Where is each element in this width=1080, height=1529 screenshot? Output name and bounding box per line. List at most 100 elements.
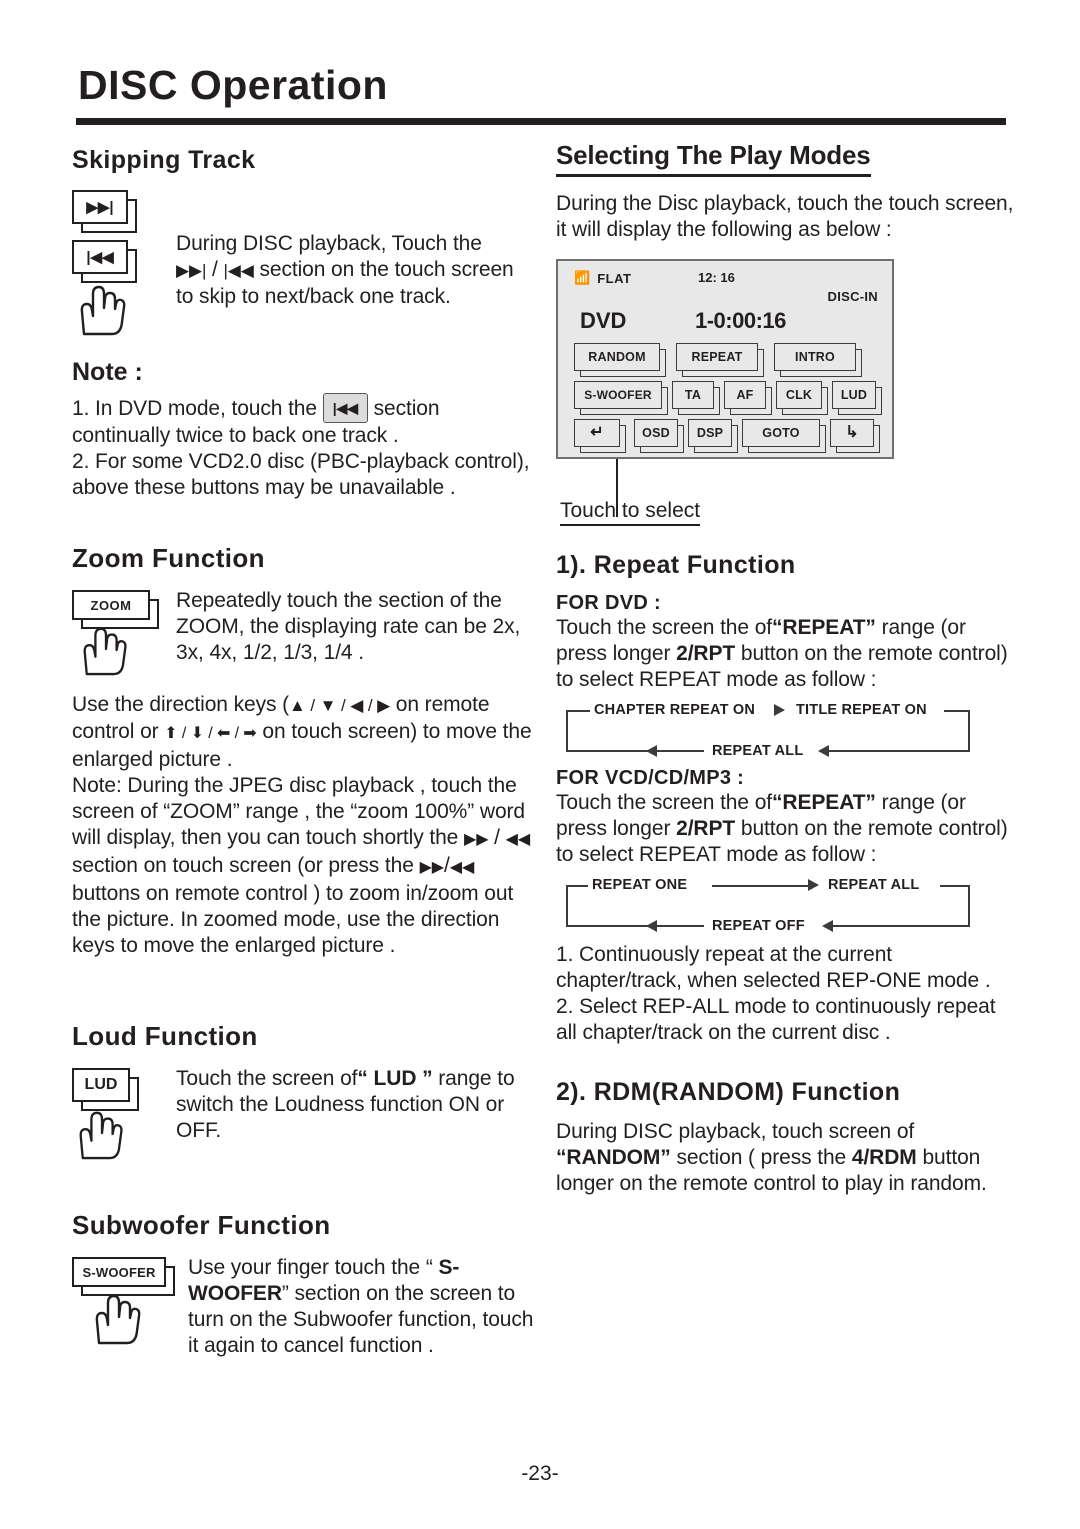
next-enter-icon: ↳ bbox=[830, 419, 874, 447]
clk-button[interactable]: CLK bbox=[776, 381, 828, 415]
osd-button[interactable]: OSD bbox=[634, 419, 684, 453]
subwoofer-function-text: Use your finger touch the “ S-WOOFER” se… bbox=[188, 1255, 542, 1359]
source-label: DVD bbox=[580, 308, 627, 333]
dvd-text-d: 2/RPT bbox=[676, 642, 736, 665]
next-track-glyph: ▶▶| bbox=[176, 261, 207, 280]
fast-forward-glyph: ▶▶ bbox=[464, 831, 489, 848]
random-function-heading: 2). RDM(RANDOM) Function bbox=[556, 1078, 901, 1106]
rewind-glyph-2: ◀◀ bbox=[449, 859, 475, 876]
loud-function-text: Touch the screen of“ LUD ” range to swit… bbox=[176, 1066, 542, 1144]
loud-icon-group: LUD bbox=[72, 1068, 172, 1160]
dvd-flow-step-2: TITLE REPEAT ON bbox=[796, 702, 927, 718]
note1-post: section bbox=[373, 397, 440, 420]
af-button[interactable]: AF bbox=[724, 381, 772, 415]
for-dvd-label: FOR DVD : bbox=[556, 592, 661, 614]
note1-pre: 1. In DVD mode, touch the bbox=[72, 397, 317, 420]
s-woofer-key-label: S-WOOFER bbox=[72, 1257, 166, 1287]
repeat-dvd-text: Touch the screen the of“REPEAT” range (o… bbox=[556, 615, 1016, 693]
dvd-flow-step-1: CHAPTER REPEAT ON bbox=[594, 702, 756, 718]
section-repeat-function: 1). Repeat Function FOR DVD : Touch the … bbox=[556, 551, 1016, 1046]
lud-button[interactable]: LUD bbox=[832, 381, 882, 415]
touch-direction-keys-glyph: ⬆ / ⬇ / ⬅ / ➡ bbox=[164, 725, 257, 742]
lud-key-icon[interactable]: LUD bbox=[72, 1068, 139, 1111]
loud-function-heading: Loud Function bbox=[72, 1021, 258, 1051]
previous-track-button[interactable]: |◀◀ bbox=[322, 393, 368, 423]
zoom-key-icon[interactable]: ZOOM bbox=[72, 590, 159, 629]
dvd-text-a: Touch the screen the of bbox=[556, 616, 773, 639]
random-function-text: During DISC playback, touch screen of “R… bbox=[556, 1119, 1016, 1197]
section-loud-function: Loud Function LUD Touch the screen of“ L… bbox=[72, 1021, 542, 1176]
loud-text-b: “ LUD ” bbox=[357, 1067, 433, 1090]
lud-button-label: LUD bbox=[832, 381, 876, 409]
flow-arrow-right bbox=[774, 704, 785, 716]
zoom-icon-group: ZOOM bbox=[72, 590, 172, 676]
manual-page: DISC Operation Skipping Track ▶▶| |◀◀ Du… bbox=[0, 0, 1080, 1529]
flow-arrow-left-1 bbox=[646, 920, 657, 932]
prev-track-glyph: |◀◀ bbox=[223, 261, 254, 280]
next-track-icon: ▶▶| bbox=[72, 190, 137, 233]
dsp-button-label: DSP bbox=[688, 419, 732, 447]
zoom-key-label: ZOOM bbox=[72, 590, 150, 620]
ta-button[interactable]: TA bbox=[672, 381, 720, 415]
next-enter-button[interactable]: ↳ bbox=[830, 419, 880, 453]
skipping-track-heading: Skipping Track bbox=[72, 146, 256, 174]
subwoofer-icon-group: S-WOOFER bbox=[72, 1257, 184, 1345]
note1-cont: continually twice to back one track . bbox=[72, 424, 399, 447]
device-clock: 12: 16 bbox=[698, 270, 735, 285]
repeat-note-1: 1. Continuously repeat at the current ch… bbox=[556, 943, 991, 992]
goto-button-label: GOTO bbox=[742, 419, 820, 447]
hand-pointer-icon bbox=[95, 1294, 141, 1345]
play-modes-heading: Selecting The Play Modes bbox=[556, 140, 871, 177]
rewind-glyph: ◀◀ bbox=[505, 831, 531, 848]
vcd-flow-step-2: REPEAT ALL bbox=[828, 877, 920, 893]
left-column: Skipping Track ▶▶| |◀◀ During DISC playb… bbox=[72, 146, 542, 1383]
zoom-text3-c: buttons on remote control ) to zoom in/z… bbox=[72, 882, 514, 957]
dvd-flow-step-3: REPEAT ALL bbox=[712, 743, 804, 759]
s-woofer-key-icon[interactable]: S-WOOFER bbox=[72, 1257, 175, 1296]
vcd-text-b: “REPEAT” bbox=[772, 791, 876, 814]
random-text-c: section ( press the bbox=[670, 1146, 852, 1169]
section-skipping-track: Skipping Track ▶▶| |◀◀ During DISC playb… bbox=[72, 146, 542, 356]
skipping-line2: section on the touch screen bbox=[253, 258, 514, 281]
section-random-function: 2). RDM(RANDOM) Function During DISC pla… bbox=[556, 1078, 1016, 1197]
play-modes-intro: During the Disc playback, touch the touc… bbox=[556, 192, 1014, 241]
fast-forward-glyph-2: ▶▶ bbox=[419, 859, 445, 876]
right-column: Selecting The Play Modes During the Disc… bbox=[556, 140, 1016, 1197]
repeat-button-label: REPEAT bbox=[676, 343, 758, 371]
zoom-text3-b: section on touch screen (or press the bbox=[72, 854, 420, 877]
section-zoom-function: Zoom Function ZOOM Repeatedly touch the … bbox=[72, 543, 542, 959]
enter-back-icon: ↵ bbox=[574, 419, 620, 447]
dsp-button[interactable]: DSP bbox=[688, 419, 738, 453]
random-text-d: 4/RDM bbox=[851, 1146, 917, 1169]
repeat-vcd-text: Touch the screen the of“REPEAT” range (o… bbox=[556, 790, 1016, 868]
skipping-track-text: During DISC playback, Touch the ▶▶| / |◀… bbox=[176, 231, 542, 310]
device-touch-screen[interactable]: 📶 FLAT 12: 16 DISC-IN DVD 1-0:00:16 RAND… bbox=[556, 259, 894, 459]
remote-direction-keys-glyph: ▲ / ▼ / ◀ / ▶ bbox=[289, 696, 391, 715]
random-text-b: “RANDOM” bbox=[556, 1146, 671, 1169]
eq-mode-label: FLAT bbox=[597, 270, 632, 286]
zoom-text-2: Use the direction keys (▲ / ▼ / ◀ / ▶ on… bbox=[72, 692, 542, 773]
page-title: DISC Operation bbox=[78, 62, 388, 108]
s-woofer-button-label: S-WOOFER bbox=[574, 381, 662, 409]
vcd-flow-step-1: REPEAT ONE bbox=[592, 877, 688, 893]
random-button[interactable]: RANDOM bbox=[574, 343, 666, 377]
flow-arrow-right bbox=[808, 879, 819, 891]
skipping-line3: to skip to next/back one track. bbox=[176, 285, 451, 308]
goto-button[interactable]: GOTO bbox=[742, 419, 826, 453]
s-woofer-button[interactable]: S-WOOFER bbox=[574, 381, 668, 415]
af-button-label: AF bbox=[724, 381, 766, 409]
intro-button[interactable]: INTRO bbox=[774, 343, 862, 377]
hand-pointer-icon bbox=[83, 627, 127, 676]
clk-button-label: CLK bbox=[776, 381, 822, 409]
dvd-repeat-flow-diagram: CHAPTER REPEAT ON TITLE REPEAT ON REPEAT… bbox=[556, 699, 986, 761]
flow-arrow-left-1 bbox=[646, 745, 657, 757]
dvd-text-b: “REPEAT” bbox=[772, 616, 876, 639]
vcd-text-a: Touch the screen the of bbox=[556, 791, 773, 814]
hand-pointer-icon bbox=[80, 285, 126, 336]
zoom-text-1: Repeatedly touch the section of the ZOOM… bbox=[176, 589, 521, 664]
subwoofer-function-heading: Subwoofer Function bbox=[72, 1210, 331, 1240]
repeat-button[interactable]: REPEAT bbox=[676, 343, 764, 377]
lud-key-label: LUD bbox=[72, 1068, 130, 1102]
enter-back-button[interactable]: ↵ bbox=[574, 419, 626, 453]
disc-status-label: DISC-IN bbox=[827, 289, 878, 304]
